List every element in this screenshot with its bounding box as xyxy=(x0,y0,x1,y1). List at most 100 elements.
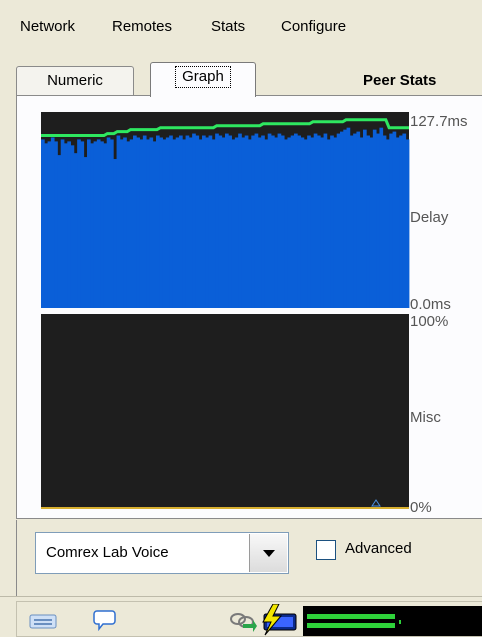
delay-bar xyxy=(395,137,400,308)
delay-bar xyxy=(156,135,160,308)
delay-bar xyxy=(41,139,45,308)
delay-bar xyxy=(162,139,167,308)
delay-bar xyxy=(185,135,190,308)
delay-bar xyxy=(300,137,305,308)
stats-graph: 127.7ms Delay 0.0ms 100% Misc 0% xyxy=(41,112,468,516)
controls-area: Comrex Lab Voice Advanced xyxy=(16,520,482,596)
delay-bar xyxy=(90,143,94,308)
delay-bar xyxy=(80,141,85,308)
tab-numeric[interactable]: Numeric xyxy=(16,66,134,95)
delay-bar xyxy=(261,135,265,308)
misc-axis-label: Misc xyxy=(410,409,441,426)
keyboard-icon[interactable] xyxy=(29,611,59,631)
delay-bar xyxy=(323,133,328,308)
delay-bar xyxy=(353,133,357,308)
delay-bar xyxy=(284,139,288,308)
delay-bar xyxy=(215,133,219,308)
delay-bar xyxy=(182,139,186,308)
delay-bar xyxy=(113,159,117,308)
delay-bar xyxy=(366,135,370,308)
delay-bar xyxy=(93,141,98,308)
delay-bar xyxy=(73,153,78,308)
tab-graph[interactable]: Graph xyxy=(150,62,256,97)
delay-axis-label: Delay xyxy=(410,209,449,226)
delay-bar xyxy=(172,139,177,308)
advanced-checkbox[interactable] xyxy=(316,540,336,560)
delay-bar xyxy=(54,141,58,308)
delay-bar xyxy=(60,139,65,308)
delay-bar xyxy=(254,133,259,308)
network-link-icon xyxy=(230,613,257,632)
chat-bubble-icon[interactable] xyxy=(93,608,117,632)
level-meter xyxy=(303,606,482,636)
power-plug-icon xyxy=(262,604,297,636)
delay-bar xyxy=(123,137,127,308)
delay-bar xyxy=(264,139,269,308)
delay-bar xyxy=(405,139,410,308)
delay-bar xyxy=(343,129,347,308)
delay-bar xyxy=(234,137,239,308)
delay-bar xyxy=(382,135,387,308)
delay-bar xyxy=(402,133,407,308)
menu-bar: Network Remotes Stats Configure xyxy=(0,0,482,56)
menu-stats[interactable]: Stats xyxy=(211,18,245,35)
delay-bar xyxy=(251,135,255,308)
delay-bar xyxy=(369,137,374,308)
delay-max-label: 127.7ms xyxy=(410,113,468,130)
delay-bar xyxy=(349,135,354,308)
delay-bar xyxy=(294,133,298,308)
delay-bar xyxy=(399,135,403,308)
delay-bar xyxy=(149,137,154,308)
delay-bar xyxy=(83,157,88,308)
chevron-down-icon xyxy=(263,550,275,557)
delay-bar xyxy=(326,139,331,308)
delay-bar xyxy=(100,141,104,308)
delay-bar xyxy=(70,145,75,308)
profile-select-dropdown-button[interactable] xyxy=(249,534,287,572)
tab-numeric-label: Numeric xyxy=(47,72,103,89)
delay-bar xyxy=(376,133,380,308)
menu-remotes[interactable]: Remotes xyxy=(112,18,172,35)
delay-bar xyxy=(142,135,147,308)
delay-bar xyxy=(248,139,252,308)
advanced-checkbox-label[interactable]: Advanced xyxy=(345,540,412,557)
delay-bar xyxy=(179,135,183,308)
delay-bar xyxy=(277,133,282,308)
delay-bar xyxy=(116,135,121,308)
status-well xyxy=(16,601,482,637)
delay-bar xyxy=(372,129,377,308)
delay-bar xyxy=(208,135,213,308)
graph-frame: 127.7ms Delay 0.0ms 100% Misc 0% xyxy=(16,95,482,519)
tab-panel: Numeric Graph Peer Stats 127.7ms Delay 0… xyxy=(16,58,482,520)
delay-bar xyxy=(198,139,203,308)
delay-bar xyxy=(363,129,367,308)
delay-bar xyxy=(64,143,68,308)
delay-bar xyxy=(333,137,338,308)
delay-bar xyxy=(231,139,236,308)
delay-bar xyxy=(175,137,180,308)
panel-title: Peer Stats xyxy=(363,72,437,89)
delay-bar xyxy=(195,135,200,308)
delay-bar xyxy=(241,137,246,308)
profile-select[interactable]: Comrex Lab Voice xyxy=(35,532,289,574)
delay-bar xyxy=(346,127,351,309)
delay-bar xyxy=(244,135,249,308)
delay-bars xyxy=(41,127,410,309)
delay-bar xyxy=(356,131,361,308)
menu-network[interactable]: Network xyxy=(20,18,75,35)
menu-configure[interactable]: Configure xyxy=(281,18,346,35)
delay-bar xyxy=(133,135,137,308)
delay-bar xyxy=(271,135,275,308)
delay-bar xyxy=(228,135,232,308)
delay-bar xyxy=(165,137,170,308)
delay-bar xyxy=(307,135,311,308)
profile-select-value: Comrex Lab Voice xyxy=(46,544,169,561)
delay-bar xyxy=(287,137,292,308)
delay-bar xyxy=(290,135,295,308)
delay-bar xyxy=(192,133,196,308)
delay-bar xyxy=(221,137,226,308)
delay-bar xyxy=(238,133,242,308)
delay-bar xyxy=(257,137,262,308)
delay-bar xyxy=(225,133,229,308)
delay-bar xyxy=(103,143,108,308)
